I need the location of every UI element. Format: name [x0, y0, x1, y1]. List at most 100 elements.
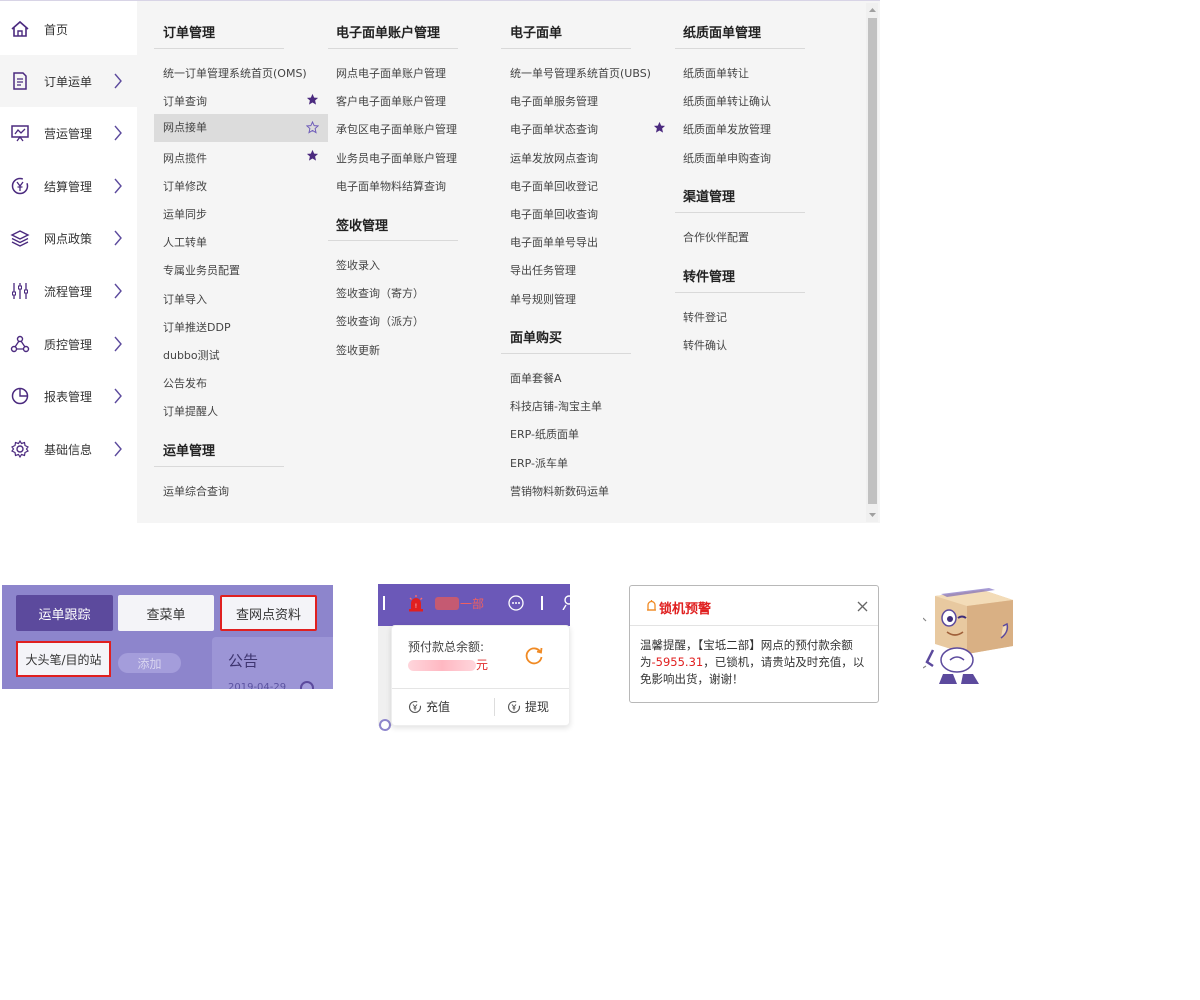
- section-title: 运单管理: [163, 444, 216, 459]
- star-filled-icon[interactable]: [306, 149, 319, 162]
- menu-link[interactable]: 专属业务员配置: [163, 262, 240, 278]
- section-divider: [328, 48, 458, 49]
- menu-link[interactable]: 合作伙伴配置: [683, 229, 749, 245]
- menu-link[interactable]: 电子面单状态查询: [510, 121, 598, 137]
- menu-link[interactable]: 面单套餐A: [510, 370, 562, 386]
- sidebar-item-quality[interactable]: 质控管理: [0, 318, 137, 370]
- menu-link[interactable]: 运单发放网点查询: [510, 150, 598, 166]
- menu-link[interactable]: 订单修改: [163, 178, 207, 194]
- menu-link[interactable]: 客户电子面单账户管理: [336, 93, 446, 109]
- search-menu-button[interactable]: 查菜单: [118, 595, 214, 631]
- sidebar: 首页 订单运单 营运管理 结算管理 网点政策 流程管理 质控管理 报表管理 基础…: [0, 1, 137, 524]
- user-icon[interactable]: [561, 594, 571, 610]
- sidebar-item-home[interactable]: 首页: [0, 3, 137, 55]
- chevron-right-icon: [114, 283, 122, 299]
- dialog-message: 温馨提醒，【宝坻二部】网点的预付款余额为-5955.31，已锁机，请贵站及时充值…: [640, 637, 872, 688]
- sliders-icon: [12, 283, 28, 299]
- track-waybill-button[interactable]: 运单跟踪: [16, 595, 113, 631]
- destination-station-input[interactable]: 大头笔/目的站: [16, 641, 111, 677]
- menu-link[interactable]: 纸质面单转让确认: [683, 93, 771, 109]
- star-filled-icon[interactable]: [653, 121, 666, 134]
- menu-link[interactable]: 电子面单回收查询: [510, 206, 598, 222]
- menu-link[interactable]: 公告发布: [163, 375, 207, 391]
- withdraw-button[interactable]: 提现: [507, 698, 549, 715]
- scroll-up-icon[interactable]: [868, 6, 877, 14]
- mega-menu-panel: 首页 订单运单 营运管理 结算管理 网点政策 流程管理 质控管理 报表管理 基础…: [0, 0, 880, 524]
- star-outline-icon[interactable]: [306, 121, 319, 134]
- menu-link[interactable]: 订单推送DDP: [163, 319, 231, 335]
- menu-link[interactable]: 人工转单: [163, 234, 207, 250]
- menu-link[interactable]: dubbo测试: [163, 347, 220, 363]
- chevron-right-icon: [114, 388, 122, 404]
- chevron-right-icon: [114, 441, 122, 457]
- menu-link[interactable]: 单号规则管理: [510, 291, 576, 307]
- sidebar-item-basic-info[interactable]: 基础信息: [0, 423, 137, 475]
- sidebar-item-settlement[interactable]: 结算管理: [0, 160, 137, 212]
- section-title: 渠道管理: [683, 190, 736, 205]
- close-icon[interactable]: [857, 601, 868, 612]
- menu-link[interactable]: 网点揽件: [163, 150, 207, 166]
- menu-link[interactable]: 签收查询（寄方）: [336, 285, 424, 301]
- alarm-icon[interactable]: !: [408, 594, 424, 612]
- sidebar-item-label: 基础信息: [44, 442, 93, 457]
- menu-link[interactable]: 运单综合查询: [163, 483, 229, 499]
- sidebar-item-reports[interactable]: 报表管理: [0, 370, 137, 422]
- sidebar-item-operations[interactable]: 营运管理: [0, 107, 137, 159]
- balance-amount: -5955.31: [651, 655, 704, 669]
- menu-link[interactable]: 导出任务管理: [510, 262, 576, 278]
- radio-icon[interactable]: [379, 719, 391, 731]
- balance-label: 预付款总余额:: [408, 640, 485, 654]
- star-filled-icon[interactable]: [306, 93, 319, 106]
- section-title: 签收管理: [336, 219, 389, 234]
- sidebar-item-orders[interactable]: 订单运单: [0, 55, 137, 107]
- menu-link[interactable]: 纸质面单发放管理: [683, 121, 771, 137]
- sidebar-item-process[interactable]: 流程管理: [0, 265, 137, 317]
- home-icon: [11, 20, 29, 37]
- menu-link[interactable]: 电子面单回收登记: [510, 178, 598, 194]
- section-divider: [154, 466, 284, 467]
- menu-link[interactable]: 纸质面单申购查询: [683, 150, 771, 166]
- menu-link[interactable]: 签收更新: [336, 342, 380, 358]
- menu-link[interactable]: ERP-派车单: [510, 455, 568, 471]
- menu-link[interactable]: 运单同步: [163, 206, 207, 222]
- withdraw-label: 提现: [525, 700, 550, 714]
- box-mascot-illustration: [923, 588, 1013, 684]
- station-info-button[interactable]: 查网点资料: [220, 595, 317, 631]
- divider: [392, 688, 569, 689]
- add-button[interactable]: 添加: [118, 653, 181, 673]
- menu-link[interactable]: 纸质面单转让: [683, 65, 749, 81]
- menu-link[interactable]: 统一单号管理系统首页(UBS): [510, 65, 651, 81]
- menu-link[interactable]: 营销物料新数码运单: [510, 483, 609, 499]
- menu-link[interactable]: 统一订单管理系统首页(OMS): [163, 65, 307, 81]
- menu-link[interactable]: 网点接单: [154, 114, 328, 143]
- radio-icon[interactable]: [300, 681, 314, 689]
- menu-link[interactable]: 订单查询: [163, 93, 207, 109]
- menu-link[interactable]: 签收查询（派方）: [336, 313, 424, 329]
- section-divider: [328, 240, 458, 241]
- menu-link[interactable]: 网点电子面单账户管理: [336, 65, 446, 81]
- menu-link[interactable]: 电子面单服务管理: [510, 93, 598, 109]
- divider: [541, 596, 543, 610]
- menu-link[interactable]: 科技店铺-淘宝主单: [510, 398, 602, 414]
- section-divider: [675, 212, 805, 213]
- menu-link[interactable]: 电子面单单号导出: [510, 234, 598, 250]
- recharge-button[interactable]: 充值: [408, 698, 450, 715]
- section-divider: [154, 48, 284, 49]
- menu-link[interactable]: 电子面单物料结算查询: [336, 178, 446, 194]
- menu-link[interactable]: 签收录入: [336, 257, 380, 273]
- more-icon[interactable]: [508, 595, 524, 611]
- menu-link[interactable]: 业务员电子面单账户管理: [336, 150, 457, 166]
- scrollbar-thumb[interactable]: [868, 18, 877, 504]
- menu-link[interactable]: 承包区电子面单账户管理: [336, 121, 457, 137]
- yuan-icon: [11, 177, 29, 195]
- refresh-icon[interactable]: [523, 645, 545, 667]
- menu-link[interactable]: ERP-纸质面单: [510, 426, 579, 442]
- recharge-label: 充值: [426, 700, 451, 714]
- menu-link[interactable]: 订单导入: [163, 291, 207, 307]
- menu-link[interactable]: 转件登记: [683, 309, 727, 325]
- sidebar-item-label: 首页: [44, 22, 69, 37]
- scroll-down-icon[interactable]: [868, 511, 877, 519]
- menu-link[interactable]: 订单提醒人: [163, 403, 218, 419]
- menu-link[interactable]: 转件确认: [683, 337, 727, 353]
- sidebar-item-policy[interactable]: 网点政策: [0, 212, 137, 264]
